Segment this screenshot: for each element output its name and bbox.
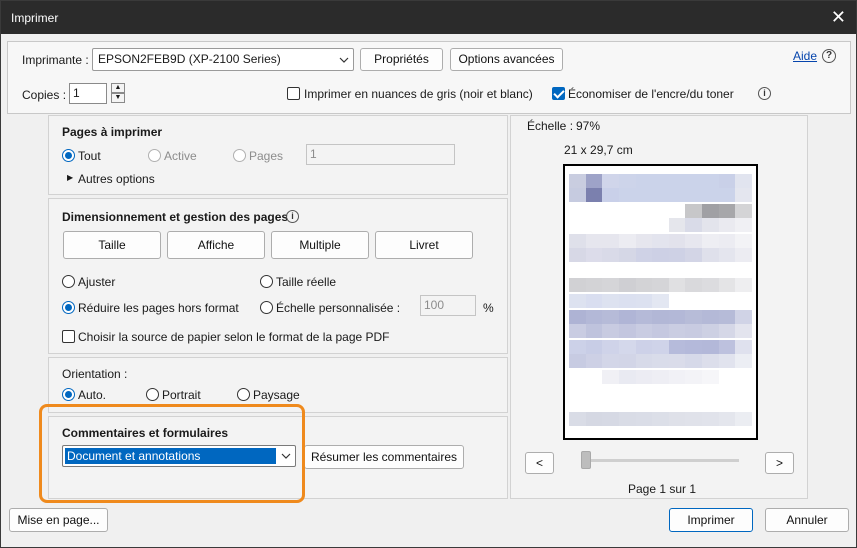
preview-blur-row (569, 310, 753, 324)
orientation-title: Orientation : (62, 367, 128, 381)
copies-value: 1 (73, 86, 80, 100)
help-icon[interactable]: ? (822, 49, 836, 63)
info-icon[interactable]: i (758, 87, 771, 100)
custom-scale-input[interactable]: 100 (420, 295, 476, 316)
more-options-toggle[interactable]: Autres options (78, 172, 155, 186)
expand-triangle-icon[interactable]: ▶ (67, 173, 73, 182)
copies-up-icon[interactable]: ▲ (111, 83, 125, 93)
pages-range-input[interactable]: 1 (306, 144, 455, 165)
close-icon[interactable]: ✕ (831, 7, 846, 27)
page-slider-track[interactable] (583, 459, 739, 462)
preview-blur-row (569, 248, 753, 262)
grayscale-checkbox[interactable] (287, 87, 300, 100)
properties-button[interactable]: Propriétés (360, 48, 443, 71)
printer-label: Imprimante : (22, 53, 89, 67)
actual-size-radio[interactable] (260, 275, 273, 288)
summarize-comments-button[interactable]: Résumer les commentaires (304, 445, 464, 469)
orientation-landscape-radio[interactable] (237, 388, 250, 401)
size-button[interactable]: Taille (63, 231, 161, 259)
preview-blur-row (569, 324, 753, 338)
next-page-button[interactable]: > (765, 452, 794, 474)
orientation-portrait-radio[interactable] (146, 388, 159, 401)
pages-range-radio[interactable] (233, 149, 246, 162)
page-preview (563, 164, 758, 440)
poster-button[interactable]: Affiche (167, 231, 265, 259)
preview-blur-row (569, 354, 753, 368)
pages-range-value: 1 (310, 147, 317, 161)
cancel-button[interactable]: Annuler (765, 508, 849, 532)
help-link[interactable]: Aide (793, 49, 817, 63)
preview-blur-row (569, 278, 753, 292)
save-ink-checkbox[interactable] (552, 87, 565, 100)
preview-blur-row (569, 412, 753, 426)
print-dialog: Imprimer ✕ Imprimante : EPSON2FEB9D (XP-… (0, 0, 857, 548)
preview-blur-row (569, 218, 753, 232)
copies-down-icon[interactable]: ▼ (111, 93, 125, 103)
sizing-section-title: Dimensionnement et gestion des pages (62, 210, 289, 224)
orientation-auto-label: Auto. (78, 388, 107, 402)
fit-radio[interactable] (62, 275, 75, 288)
page-info: Page 1 sur 1 (628, 482, 697, 496)
pages-active-label: Active (164, 149, 197, 163)
chevron-down-icon (339, 57, 349, 63)
printer-select-value: EPSON2FEB9D (XP-2100 Series) (98, 52, 281, 66)
pages-all-radio[interactable] (62, 149, 75, 162)
grayscale-label: Imprimer en nuances de gris (noir et bla… (304, 87, 533, 101)
title-bar: Imprimer ✕ (1, 1, 856, 34)
custom-scale-value: 100 (424, 298, 445, 312)
preview-blur-row (569, 174, 753, 188)
percent-label: % (483, 301, 494, 315)
preview-blur-row (569, 204, 753, 218)
copies-input[interactable]: 1 (69, 83, 107, 104)
prev-page-button[interactable]: < (525, 452, 554, 474)
page-setup-button[interactable]: Mise en page... (9, 508, 108, 532)
advanced-options-button[interactable]: Options avancées (450, 48, 563, 71)
print-button[interactable]: Imprimer (669, 508, 753, 532)
fit-label: Ajuster (78, 275, 116, 289)
custom-scale-label: Échelle personnalisée : (276, 301, 401, 315)
preview-blur-row (569, 340, 753, 354)
comments-highlight-annotation (39, 404, 305, 503)
preview-blur-row (569, 294, 753, 308)
copies-label: Copies : (22, 88, 67, 102)
shrink-label: Réduire les pages hors format (78, 301, 239, 315)
page-slider-thumb[interactable] (581, 451, 591, 469)
preview-blur-row (569, 234, 753, 248)
paper-source-checkbox[interactable] (62, 330, 75, 343)
preview-blur-row (569, 370, 753, 384)
orientation-portrait-label: Portrait (162, 388, 201, 402)
orientation-auto-radio[interactable] (62, 388, 75, 401)
preview-blur-row (569, 188, 753, 202)
printer-select[interactable]: EPSON2FEB9D (XP-2100 Series) (92, 48, 354, 71)
multiple-button[interactable]: Multiple (271, 231, 369, 259)
paper-size-label: 21 x 29,7 cm (564, 143, 633, 157)
pages-section-title: Pages à imprimer (62, 125, 163, 139)
window-title: Imprimer (11, 11, 59, 25)
preview-scale-value: 97% (576, 119, 601, 133)
pages-all-label: Tout (78, 149, 101, 163)
orientation-landscape-label: Paysage (253, 388, 300, 402)
paper-source-label: Choisir la source de papier selon le for… (78, 330, 390, 344)
custom-scale-radio[interactable] (260, 301, 273, 314)
pages-range-label: Pages (249, 149, 284, 163)
actual-size-label: Taille réelle (276, 275, 337, 289)
sizing-info-icon[interactable]: i (286, 210, 299, 223)
shrink-radio[interactable] (62, 301, 75, 314)
save-ink-label: Économiser de l'encre/du toner (568, 87, 734, 101)
preview-scale-label: Échelle : (527, 119, 574, 133)
booklet-button[interactable]: Livret (375, 231, 473, 259)
pages-active-radio[interactable] (148, 149, 161, 162)
